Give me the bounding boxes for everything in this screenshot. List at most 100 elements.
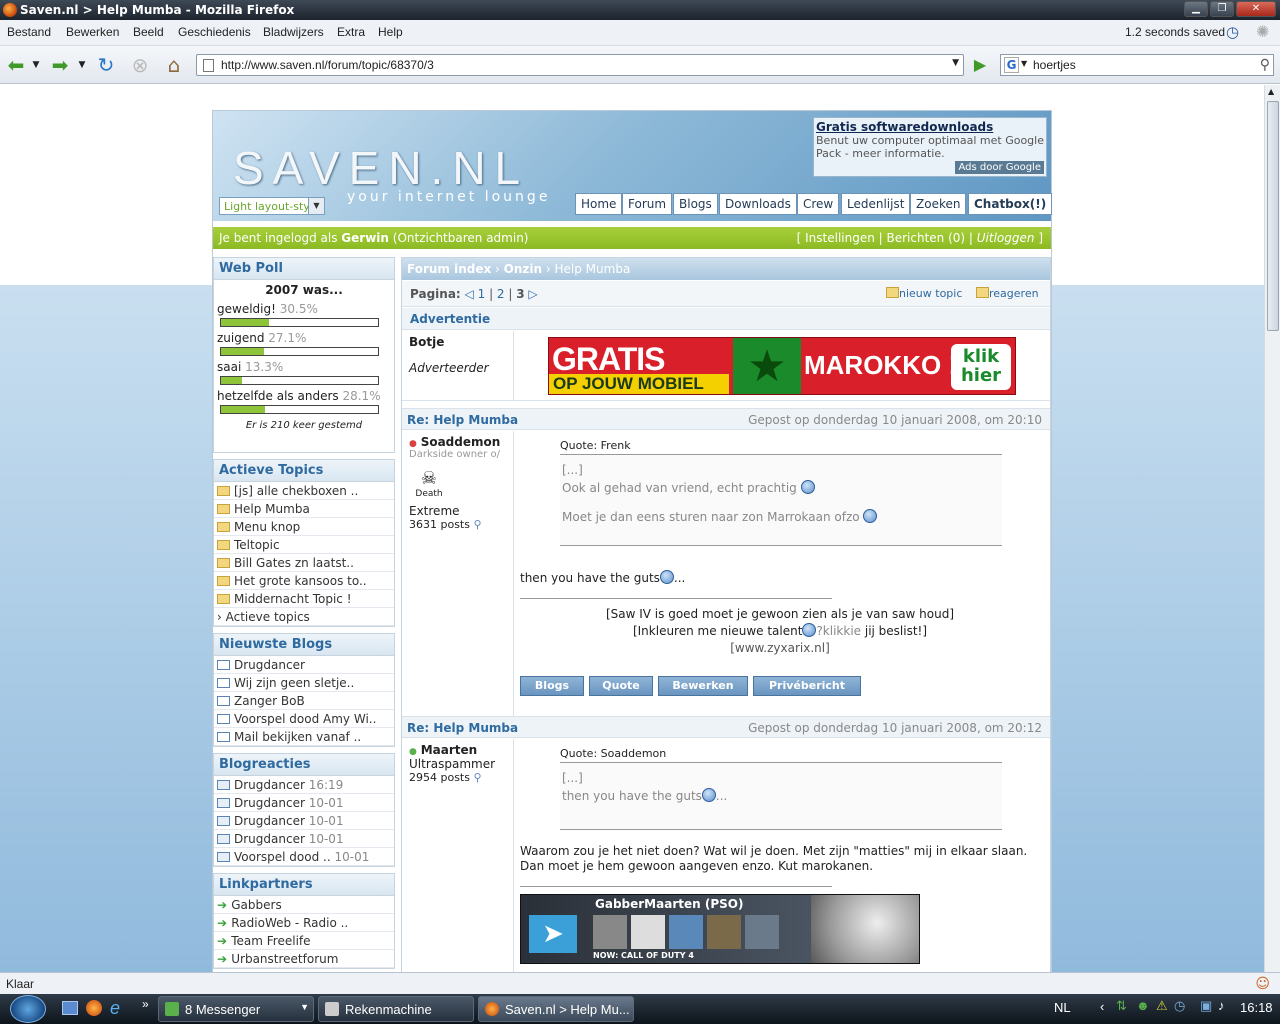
minimize-button[interactable]: ▁ (1184, 1, 1208, 17)
blog-item[interactable]: Drugdancer (214, 656, 394, 674)
language-indicator[interactable]: NL (1054, 1000, 1071, 1015)
show-desktop-icon[interactable] (62, 1001, 78, 1015)
search-bar[interactable]: G ▼ hoertjes ⚲ (1000, 54, 1274, 76)
topic-item[interactable]: Menu knop (214, 518, 394, 536)
signature-link[interactable]: [www.zyxarix.nl] (520, 640, 1040, 657)
back-icon[interactable]: ⬅ (4, 54, 28, 76)
quote-button[interactable]: Quote (589, 676, 653, 696)
nav-crew[interactable]: Crew (797, 193, 840, 215)
ie-quicklaunch-icon[interactable]: e (110, 998, 120, 1019)
user-search-icon[interactable]: ⚲ (473, 771, 481, 784)
blog-item[interactable]: Zanger BoB (214, 692, 394, 710)
advertisement-banner[interactable]: GRATIS OP JOUW MOBIEL ★ MAROKKO ! klik hi… (548, 337, 1016, 395)
private-message-button[interactable]: Privébericht (753, 676, 861, 696)
google-engine-icon[interactable]: G (1004, 57, 1019, 73)
edit-button[interactable]: Bewerken (658, 676, 748, 696)
volume-icon[interactable]: ♪ (1218, 998, 1225, 1013)
blog-item[interactable]: Voorspel dood Amy Wi.. (214, 710, 394, 728)
firefox-quicklaunch-icon[interactable] (86, 1000, 102, 1016)
menu-help[interactable]: Help (378, 25, 403, 39)
link-item[interactable]: ➔ Team Freelife (214, 932, 394, 950)
crumb-forum-index[interactable]: Forum index (407, 262, 491, 276)
post-title[interactable]: Re: Help Mumba (407, 413, 518, 427)
task-firefox[interactable]: Saven.nl > Help Mu... (478, 996, 634, 1022)
link-uitloggen[interactable]: Uitloggen (977, 231, 1035, 245)
active-topics-more[interactable]: › Actieve topics (214, 608, 394, 626)
link-berichten[interactable]: Berichten (0) (887, 231, 966, 245)
tray-expand-icon[interactable]: ‹ (1100, 999, 1104, 1014)
nav-forum[interactable]: Forum (622, 193, 673, 215)
maximize-button[interactable]: ❐ (1210, 1, 1234, 17)
nav-home[interactable]: Home (575, 193, 623, 215)
nav-chatbox[interactable]: Chatbox(!) (968, 193, 1053, 215)
nav-blogs[interactable]: Blogs (673, 193, 718, 215)
nav-zoeken[interactable]: Zoeken (910, 193, 967, 215)
url-bar[interactable]: http://www.saven.nl/forum/topic/68370/3 … (196, 54, 964, 76)
menu-geschiedenis[interactable]: Geschiedenis (178, 25, 251, 39)
task-rekenmachine[interactable]: Rekenmachine (318, 996, 474, 1022)
clock[interactable]: 16:18 (1240, 1000, 1273, 1015)
menu-bewerken[interactable]: Bewerken (66, 25, 119, 39)
nav-downloads[interactable]: Downloads (719, 193, 797, 215)
ads-by-google[interactable]: Ads door Google (955, 161, 1044, 174)
link-instellingen[interactable]: Instellingen (805, 231, 875, 245)
layout-style-select[interactable]: Light layout-style ▼ (219, 197, 325, 215)
reaction-item[interactable]: Drugdancer 10-01 (214, 794, 394, 812)
network-icon[interactable]: ⇅ (1116, 998, 1127, 1014)
next-page-icon[interactable]: ▷ (528, 287, 537, 301)
home-icon[interactable]: ⌂ (162, 54, 186, 76)
topic-item[interactable]: Bill Gates zn laatst.. (214, 554, 394, 572)
forward-icon[interactable]: ➡ (48, 54, 72, 76)
messenger-tray-icon[interactable]: ☻ (1136, 998, 1150, 1013)
topic-item[interactable]: [js] alle chekboxen .. (214, 482, 394, 500)
page-2[interactable]: 2 (497, 287, 505, 301)
nav-ledenlijst[interactable]: Ledenlijst (841, 193, 911, 215)
link-item[interactable]: ➔ Urbanstreetforum (214, 950, 394, 968)
url-dropdown-icon[interactable]: ▼ (952, 58, 959, 68)
clock-icon[interactable]: ◷ (1226, 23, 1239, 41)
engine-dropdown-icon[interactable]: ▼ (1021, 59, 1027, 68)
reaction-item[interactable]: Drugdancer 10-01 (214, 812, 394, 830)
menu-beeld[interactable]: Beeld (133, 25, 164, 39)
monitor-tray-icon[interactable]: ▣ (1200, 998, 1212, 1014)
blog-item[interactable]: Wij zijn geen sletje.. (214, 674, 394, 692)
signature-banner[interactable]: GabberMaarten (PSO) ➤ NOW: CALL OF DUTY … (520, 894, 920, 964)
addon-status-icon[interactable]: ☺ (1255, 976, 1270, 992)
stop-icon[interactable]: ⊗ (128, 54, 152, 76)
topic-item[interactable]: Het grote kansoos to.. (214, 572, 394, 590)
task-messenger[interactable]: 8 Messenger ▼ (158, 996, 314, 1022)
blogs-button[interactable]: Blogs (520, 676, 584, 696)
author-name[interactable]: Soaddemon (421, 435, 501, 449)
prev-page-icon[interactable]: ◁ (465, 287, 474, 301)
search-input[interactable]: hoertjes (1033, 58, 1076, 72)
ad-title[interactable]: Gratis softwaredownloads (816, 120, 1044, 134)
forward-dropdown-icon[interactable]: ▼ (76, 54, 88, 76)
topic-item[interactable]: Help Mumba (214, 500, 394, 518)
reaction-item[interactable]: Voorspel dood .. 10-01 (214, 848, 394, 866)
back-dropdown-icon[interactable]: ▼ (30, 54, 42, 76)
sync-tray-icon[interactable]: ◷ (1174, 998, 1185, 1014)
page-1[interactable]: 1 (478, 287, 486, 301)
menu-bestand[interactable]: Bestand (7, 25, 51, 39)
reaction-item[interactable]: Drugdancer 10-01 (214, 830, 394, 848)
site-logo[interactable]: SAVEN.NL (233, 141, 529, 195)
new-topic-link[interactable]: nieuw topic (886, 287, 962, 300)
topic-item[interactable]: Teltopic (214, 536, 394, 554)
close-button[interactable]: ✕ (1236, 1, 1276, 17)
link-item[interactable]: ➔ Gabbers (214, 896, 394, 914)
google-ad-box[interactable]: Gratis softwaredownloads Benut uw comput… (813, 117, 1047, 177)
crumb-onzin[interactable]: Onzin (504, 262, 542, 276)
reaction-item[interactable]: Drugdancer 16:19 (214, 776, 394, 794)
search-icon[interactable]: ⚲ (1260, 57, 1270, 73)
start-button[interactable] (10, 995, 46, 1023)
scrollbar-thumb[interactable] (1267, 101, 1279, 331)
user-search-icon[interactable]: ⚲ (473, 518, 481, 531)
scroll-up-icon[interactable]: ▲ (1268, 87, 1274, 96)
quicklaunch-more-icon[interactable]: » (142, 997, 149, 1011)
topic-item[interactable]: Middernacht Topic ! (214, 590, 394, 608)
reload-icon[interactable]: ↻ (94, 54, 118, 76)
post-title[interactable]: Re: Help Mumba (407, 721, 518, 735)
klikkie-link[interactable]: ?klikkie (816, 624, 861, 638)
menu-extra[interactable]: Extra (337, 25, 365, 39)
blog-item[interactable]: Mail bekijken vanaf .. (214, 728, 394, 746)
